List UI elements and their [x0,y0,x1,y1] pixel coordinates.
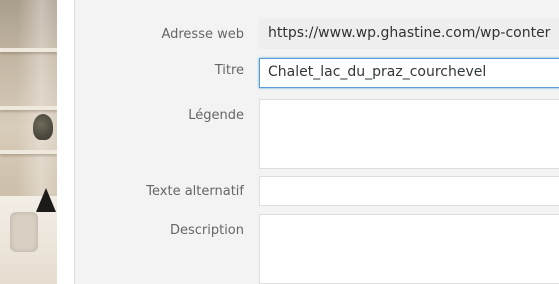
preview-vase [36,188,56,212]
description-setting: Description .: [75,212,559,284]
title-input[interactable]: Chalet_lac_du_praz_courchevel [259,58,559,88]
alt-text-label: Texte alternatif [146,184,244,199]
alt-text-setting: Texte alternatif [75,174,559,210]
media-attachment-screen: Adresse web https://www.wp.ghastine.com/… [0,0,559,284]
attachment-preview-image[interactable] [0,0,57,284]
caption-textarea[interactable]: .: [259,99,559,169]
preview-chair [10,212,38,252]
attachment-details-panel: Adresse web https://www.wp.ghastine.com/… [74,0,559,284]
preview-shelf [0,106,57,110]
panel-gutter [57,0,74,284]
alt-text-input[interactable] [259,176,559,206]
title-setting: Titre Chalet_lac_du_praz_courchevel [75,56,559,92]
url-label: Adresse web [161,27,244,42]
preview-plant [33,114,53,140]
description-textarea[interactable]: .: [259,214,559,284]
title-label: Titre [214,63,244,78]
url-field[interactable]: https://www.wp.ghastine.com/wp-conter [259,19,559,49]
caption-setting: Légende .: [75,97,559,169]
url-setting: Adresse web https://www.wp.ghastine.com/… [75,0,559,49]
caption-label: Légende [188,108,244,123]
preview-shelf [0,150,57,154]
preview-shelf [0,48,57,52]
description-label: Description [169,223,244,238]
